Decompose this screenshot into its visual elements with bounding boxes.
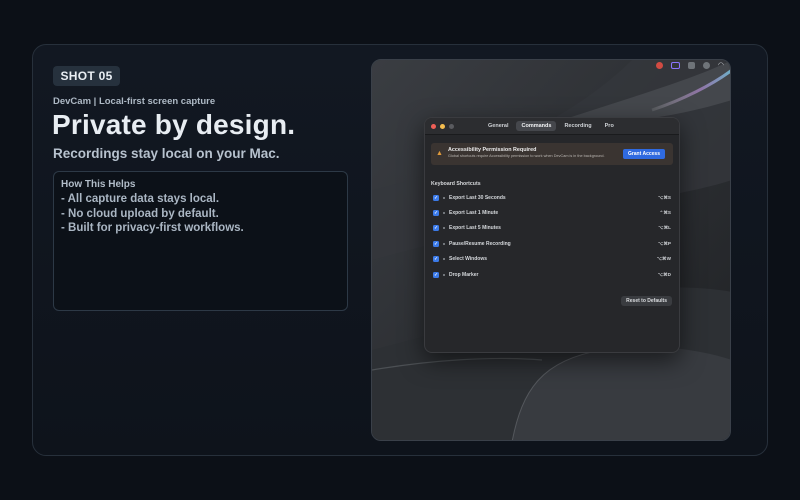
shortcut-keys[interactable]: ⌥⌘P <box>658 241 671 247</box>
help-item: - Built for privacy-first workflows. <box>61 222 244 234</box>
shortcut-label: Export Last 30 Seconds <box>449 194 506 201</box>
bullet-icon <box>443 273 445 276</box>
tab-commands[interactable]: Commands <box>516 121 557 131</box>
list-item: ✓ Export Last 5 Minutes ⌥⌘L <box>433 221 671 236</box>
product-subtitle: DevCam | Local-first screen capture <box>53 96 216 107</box>
help-item: - No cloud upload by default. <box>61 207 219 220</box>
tab-bar: General Commands Recording Pro <box>483 121 619 131</box>
shortcut-checkbox[interactable]: ✓ <box>433 225 439 232</box>
app-screenshot: ◠ General Commands Recording Pro ▲ Acces… <box>371 59 731 441</box>
shortcut-keys[interactable]: ⌥⌘L <box>658 225 671 231</box>
shortcut-label: Export Last 1 Minute <box>449 210 499 217</box>
permission-warning: ▲ Accessibility Permission Required Glob… <box>431 143 673 165</box>
warning-title: Accessibility Permission Required <box>448 147 537 153</box>
shortcut-label: Drop Marker <box>449 271 479 278</box>
close-window-icon[interactable] <box>431 124 436 129</box>
bullet-icon <box>443 196 445 199</box>
shot-badge: SHOT 05 <box>53 66 120 86</box>
reset-defaults-button[interactable]: Reset to Defaults <box>621 296 672 306</box>
tab-pro[interactable]: Pro <box>600 121 619 131</box>
minimize-window-icon[interactable] <box>440 124 445 129</box>
help-item: - All capture data stays local. <box>61 193 220 205</box>
wifi-icon[interactable]: ◠ <box>718 62 724 69</box>
shortcut-label: Select Windows <box>449 256 488 263</box>
window-titlebar: General Commands Recording Pro <box>425 118 679 135</box>
bullet-icon <box>443 258 445 261</box>
shortcut-keys[interactable]: ⌥⌘S <box>658 195 671 201</box>
menubar: ◠ <box>655 62 724 69</box>
shortcut-keys[interactable]: ⌥⌘W <box>657 256 671 262</box>
tab-general[interactable]: General <box>483 121 513 131</box>
control-center-icon[interactable] <box>687 62 695 69</box>
list-item: ✓ Export Last 30 Seconds ⌥⌘S <box>433 190 671 205</box>
tab-recording[interactable]: Recording <box>559 121 596 131</box>
headline: Private by design. <box>52 109 296 140</box>
grant-access-button[interactable]: Grant Access <box>622 149 665 159</box>
warning-icon: ▲ <box>436 150 443 157</box>
user-icon[interactable] <box>702 62 710 69</box>
help-title: How This Helps <box>61 179 136 190</box>
list-item: ✓ Drop Marker ⌥⌘D <box>433 267 671 282</box>
help-box: How This Helps - All capture data stays … <box>53 171 348 311</box>
shortcut-keys[interactable]: ⌥⌘D <box>658 272 671 278</box>
shortcut-checkbox[interactable]: ✓ <box>433 210 439 217</box>
list-item: ✓ Export Last 1 Minute ⌃⌘S <box>433 205 671 220</box>
screen-capture-icon[interactable] <box>670 62 680 69</box>
bullet-icon <box>443 227 445 230</box>
shortcut-checkbox[interactable]: ✓ <box>433 271 439 278</box>
shortcut-checkbox[interactable]: ✓ <box>433 240 439 247</box>
shortcut-keys[interactable]: ⌃⌘S <box>659 210 671 216</box>
shortcut-list: ✓ Export Last 30 Seconds ⌥⌘S ✓ Export La… <box>433 190 671 282</box>
settings-window: General Commands Recording Pro ▲ Accessi… <box>424 117 680 353</box>
record-indicator-icon[interactable] <box>655 62 663 69</box>
section-title: Keyboard Shortcuts <box>431 181 481 187</box>
bullet-icon <box>443 242 445 245</box>
shortcut-checkbox[interactable]: ✓ <box>433 194 439 201</box>
shortcut-label: Pause/Resume Recording <box>449 240 511 247</box>
zoom-window-icon[interactable] <box>449 124 454 129</box>
shortcut-label: Export Last 5 Minutes <box>449 225 501 232</box>
tagline: Recordings stay local on your Mac. <box>53 146 280 161</box>
list-item: ✓ Select Windows ⌥⌘W <box>433 252 671 267</box>
warning-text: Global shortcuts require Accessibility p… <box>448 154 605 158</box>
shortcut-checkbox[interactable]: ✓ <box>433 256 439 263</box>
bullet-icon <box>443 212 445 215</box>
list-item: ✓ Pause/Resume Recording ⌥⌘P <box>433 236 671 251</box>
